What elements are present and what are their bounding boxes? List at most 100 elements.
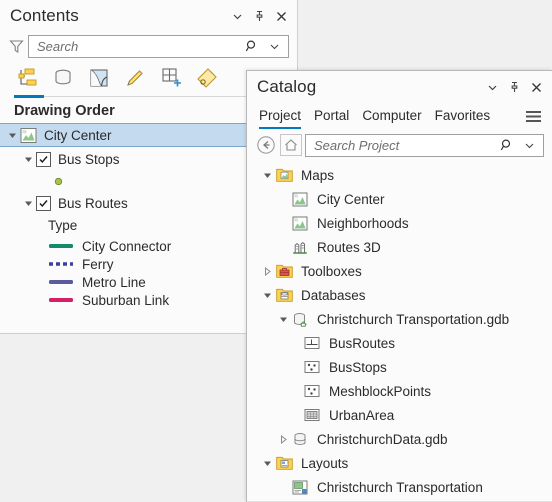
legend-symbol-city-connector: [48, 241, 74, 251]
legend-label: Ferry: [82, 256, 114, 272]
legend-label: City Connector: [82, 238, 172, 254]
gdb-home-icon: [291, 310, 309, 328]
back-icon[interactable]: [255, 134, 277, 156]
legend-symbol-ferry: [48, 259, 74, 269]
folder-maps-icon: [275, 166, 293, 184]
expand-arrow-icon[interactable]: [20, 151, 36, 167]
catalog-item-maps[interactable]: Maps: [247, 163, 552, 187]
legend-symbol-suburban-link: [48, 295, 74, 305]
catalog-item-label: Routes 3D: [317, 239, 381, 255]
pin-icon[interactable]: [504, 77, 524, 97]
expand-arrow-icon[interactable]: [259, 167, 275, 183]
catalog-search-row: Search Project: [247, 129, 552, 159]
map-icon: [20, 127, 37, 144]
chevron-down-icon[interactable]: [227, 6, 247, 26]
point-feature-icon: [303, 358, 321, 376]
catalog-item-label: Christchurch Transportation: [317, 479, 483, 495]
catalog-item-busroutes[interactable]: BusRoutes: [247, 331, 552, 355]
catalog-item-routes-3d[interactable]: Routes 3D: [247, 235, 552, 259]
search-icon[interactable]: [242, 36, 262, 56]
legend-label: Metro Line: [82, 274, 146, 290]
catalog-item-label: UrbanArea: [329, 407, 395, 423]
legend-label: Suburban Link: [82, 292, 170, 308]
catalog-tree: Maps City Center Neighborhoods Routes 3D…: [247, 159, 552, 499]
catalog-item-toolboxes[interactable]: Toolboxes: [247, 259, 552, 283]
scene-3d-icon: [291, 238, 309, 256]
expand-arrow-icon[interactable]: [259, 455, 275, 471]
catalog-item-christchurch-transportation-gdb[interactable]: Christchurch Transportation.gdb: [247, 307, 552, 331]
list-by-data-source-icon[interactable]: [50, 65, 76, 91]
catalog-item-label: ChristchurchData.gdb: [317, 431, 448, 447]
catalog-item-neighborhoods[interactable]: Neighborhoods: [247, 211, 552, 235]
catalog-item-urbanarea[interactable]: UrbanArea: [247, 403, 552, 427]
tab-portal[interactable]: Portal: [314, 108, 349, 129]
list-by-labeling-icon[interactable]: [194, 65, 220, 91]
expand-arrow-icon[interactable]: [275, 311, 291, 327]
search-options-chevron-icon[interactable]: [519, 135, 539, 155]
tree-item-label: City Center: [44, 127, 112, 143]
tab-favorites[interactable]: Favorites: [435, 108, 491, 129]
catalog-search-input[interactable]: Search Project: [305, 133, 544, 157]
catalog-item-christchurch-transportation-layout[interactable]: Christchurch Transportation: [247, 475, 552, 499]
collapse-arrow-icon[interactable]: [259, 263, 275, 279]
expand-arrow-icon[interactable]: [20, 195, 36, 211]
search-icon[interactable]: [497, 135, 517, 155]
tab-project[interactable]: Project: [259, 108, 302, 129]
catalog-item-databases[interactable]: Databases: [247, 283, 552, 307]
collapse-arrow-icon[interactable]: [275, 431, 291, 447]
contents-search-row: Search: [0, 33, 297, 59]
filter-icon[interactable]: [4, 35, 28, 57]
folder-databases-icon: [275, 286, 293, 304]
layer-visibility-checkbox[interactable]: [36, 195, 51, 211]
gdb-icon: [291, 430, 309, 448]
catalog-item-label: City Center: [317, 191, 385, 207]
list-by-snapping-icon[interactable]: [158, 65, 184, 91]
home-icon[interactable]: [280, 134, 302, 156]
chevron-down-icon[interactable]: [482, 77, 502, 97]
contents-titlebar: Contents: [0, 0, 297, 32]
catalog-item-label: Neighborhoods: [317, 215, 409, 231]
pin-icon[interactable]: [249, 6, 269, 26]
catalog-item-label: Christchurch Transportation.gdb: [317, 311, 510, 327]
folder-layouts-icon: [275, 454, 293, 472]
catalog-titlebar: Catalog: [247, 71, 552, 103]
raster-icon: [303, 406, 321, 424]
tree-item-label: Bus Stops: [58, 151, 120, 167]
map-icon: [291, 190, 309, 208]
expand-arrow-icon[interactable]: [4, 127, 20, 143]
tree-item-label: Bus Routes: [58, 195, 128, 211]
catalog-title: Catalog: [257, 77, 317, 96]
catalog-item-meshblockpoints[interactable]: MeshblockPoints: [247, 379, 552, 403]
legend-symbol-metro-line: [48, 277, 74, 287]
search-placeholder: Search: [37, 38, 79, 54]
close-icon[interactable]: [526, 77, 546, 97]
catalog-item-city-center[interactable]: City Center: [247, 187, 552, 211]
layout-icon: [291, 478, 309, 496]
contents-title: Contents: [10, 6, 79, 25]
application-window: Contents Search Drawing Order City Cente…: [0, 0, 552, 502]
catalog-item-label: MeshblockPoints: [329, 383, 432, 399]
list-by-drawing-order-icon[interactable]: [14, 65, 40, 91]
layer-visibility-checkbox[interactable]: [36, 151, 51, 167]
catalog-search-controls: [497, 135, 539, 155]
menu-icon[interactable]: [522, 106, 544, 129]
contents-titlebar-buttons: [227, 6, 291, 26]
close-icon[interactable]: [271, 6, 291, 26]
search-input[interactable]: Search: [28, 34, 289, 58]
catalog-item-label: Toolboxes: [301, 263, 362, 279]
catalog-item-label: Maps: [301, 167, 335, 183]
catalog-item-busstops[interactable]: BusStops: [247, 355, 552, 379]
line-feature-icon: [303, 334, 321, 352]
catalog-item-christchurchdata-gdb[interactable]: ChristchurchData.gdb: [247, 427, 552, 451]
point-symbol-icon: [54, 177, 63, 185]
catalog-tabs: Project Portal Computer Favorites: [247, 103, 552, 129]
expand-arrow-icon[interactable]: [259, 287, 275, 303]
list-by-selection-icon[interactable]: [86, 65, 112, 91]
folder-toolbox-icon: [275, 262, 293, 280]
list-by-editing-icon[interactable]: [122, 65, 148, 91]
point-feature-icon: [303, 382, 321, 400]
catalog-item-layouts[interactable]: Layouts: [247, 451, 552, 475]
search-options-chevron-icon[interactable]: [264, 36, 284, 56]
tab-computer[interactable]: Computer: [362, 108, 421, 129]
map-icon: [291, 214, 309, 232]
